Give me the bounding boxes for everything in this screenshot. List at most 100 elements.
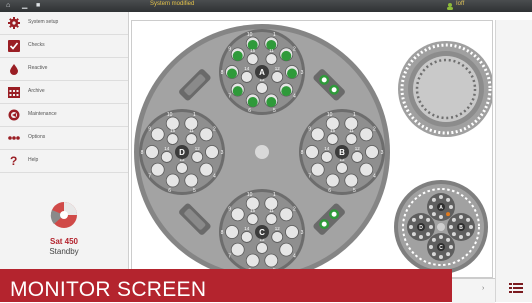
sidebar-item-help[interactable]: ? Help xyxy=(0,150,128,173)
list-icon[interactable] xyxy=(509,282,523,294)
position-label: 7 xyxy=(308,174,311,180)
sample-position[interactable] xyxy=(265,213,278,225)
sample-position[interactable] xyxy=(184,173,199,188)
sample-position[interactable] xyxy=(336,162,348,174)
sample-position[interactable] xyxy=(344,173,359,188)
position-label: 5 xyxy=(273,108,276,114)
screen-banner: MONITOR SCREEN xyxy=(0,269,452,302)
sample-position[interactable] xyxy=(185,133,198,145)
sidebar-item-system-setup[interactable]: System setup xyxy=(0,12,128,35)
position-label: 15 xyxy=(170,128,176,133)
device-logo xyxy=(50,202,77,228)
mini-section-c[interactable]: C xyxy=(427,233,455,261)
sample-position[interactable] xyxy=(310,162,325,177)
sample-position[interactable] xyxy=(245,253,260,268)
sample-position[interactable] xyxy=(246,213,259,225)
sample-position[interactable] xyxy=(305,145,319,159)
sample-position[interactable] xyxy=(225,225,239,239)
user-label[interactable]: Ioff xyxy=(456,1,464,7)
home-icon[interactable]: ⌂ xyxy=(6,2,10,10)
sample-position[interactable] xyxy=(285,225,299,239)
position-label: 5 xyxy=(193,188,196,194)
sample-position[interactable] xyxy=(256,82,268,94)
mini-section-b[interactable]: B xyxy=(447,213,475,241)
position-label: 11 xyxy=(349,128,354,133)
sample-position[interactable] xyxy=(160,151,173,163)
calendar-icon xyxy=(8,87,20,98)
position-label: 5 xyxy=(353,188,356,194)
sample-position[interactable] xyxy=(279,207,294,222)
position-label: 1 xyxy=(193,112,196,118)
sample-position[interactable] xyxy=(176,162,188,174)
sample-rotor: 123456789101112131415A123456789101112131… xyxy=(134,24,494,280)
window-icon[interactable]: ■ xyxy=(36,2,40,10)
rotor-section-a[interactable]: 123456789101112131415A xyxy=(219,29,305,115)
window-titlebar: ⌂ ▁ ■ System modified Ioff xyxy=(0,0,532,12)
sidebar-item-archive[interactable]: Archive xyxy=(0,81,128,104)
position-label: 3 xyxy=(381,150,384,156)
section-label: D xyxy=(179,148,185,157)
mini-section-a[interactable]: A xyxy=(427,193,455,221)
sample-position[interactable] xyxy=(230,242,245,257)
sample-position[interactable] xyxy=(240,71,253,83)
sample-position[interactable] xyxy=(310,127,325,142)
minimize-icon[interactable]: ▁ xyxy=(22,2,27,10)
sidebar-item-maintenance[interactable]: Maintenance xyxy=(0,104,128,127)
sample-position[interactable] xyxy=(150,162,165,177)
position-label: 4 xyxy=(213,174,216,180)
sample-position[interactable] xyxy=(264,253,279,268)
sample-position[interactable] xyxy=(325,173,340,188)
sample-position[interactable] xyxy=(265,53,278,65)
sidebar-item-label: System setup xyxy=(28,19,59,25)
rotor-section-c[interactable]: 123456789101112131415C xyxy=(219,189,305,275)
sample-position[interactable] xyxy=(279,242,294,257)
sample-position[interactable] xyxy=(351,151,364,163)
sample-position[interactable] xyxy=(256,242,268,254)
position-label: 1 xyxy=(273,32,276,38)
sample-position[interactable] xyxy=(271,231,284,243)
user-icon xyxy=(447,3,453,10)
sample-position[interactable] xyxy=(145,145,159,159)
sample-position[interactable] xyxy=(166,133,179,145)
position-label: 9 xyxy=(308,126,311,132)
sample-position[interactable] xyxy=(205,145,219,159)
position-label: 2 xyxy=(293,206,296,212)
question-icon: ? xyxy=(10,154,18,168)
rotor-section-b[interactable]: 123456789101112131415B xyxy=(299,109,385,195)
position-label: 10 xyxy=(247,192,253,198)
position-label: 10 xyxy=(247,32,253,38)
chevron-right-icon[interactable]: › xyxy=(482,285,484,292)
position-label: 15 xyxy=(250,48,256,53)
sample-position[interactable] xyxy=(320,151,333,163)
sample-position[interactable] xyxy=(271,71,284,83)
position-label: 6 xyxy=(328,188,331,194)
sample-position[interactable] xyxy=(326,133,339,145)
mini-section-d[interactable]: D xyxy=(407,213,435,241)
position-label: 12 xyxy=(195,146,201,151)
sample-position[interactable] xyxy=(150,127,165,142)
mini-section-label: B xyxy=(459,225,463,231)
sample-position[interactable] xyxy=(240,231,253,243)
mini-section-label: A xyxy=(439,205,443,211)
sample-position[interactable] xyxy=(359,127,374,142)
sample-position[interactable] xyxy=(246,53,259,65)
sample-position[interactable] xyxy=(199,127,214,142)
position-label: 3 xyxy=(301,70,304,76)
sample-position[interactable] xyxy=(199,162,214,177)
sample-position[interactable] xyxy=(191,151,204,163)
sample-position[interactable] xyxy=(365,145,379,159)
section-label: B xyxy=(339,148,345,157)
position-label: 12 xyxy=(275,66,281,71)
rotor-center xyxy=(255,145,269,159)
rotor-section-d[interactable]: 123456789101112131415D xyxy=(139,109,225,195)
sidebar-item-options[interactable]: Options xyxy=(0,127,128,150)
sidebar-item-checks[interactable]: Checks xyxy=(0,35,128,58)
sidebar-item-reactive[interactable]: Reactive xyxy=(0,58,128,81)
position-label: 9 xyxy=(228,206,231,212)
sample-position[interactable] xyxy=(165,173,180,188)
sidebar-item-label: Reactive xyxy=(28,65,48,71)
sample-position[interactable] xyxy=(345,133,358,145)
position-label: 10 xyxy=(327,112,333,118)
sample-position[interactable] xyxy=(230,207,245,222)
sample-position[interactable] xyxy=(359,162,374,177)
